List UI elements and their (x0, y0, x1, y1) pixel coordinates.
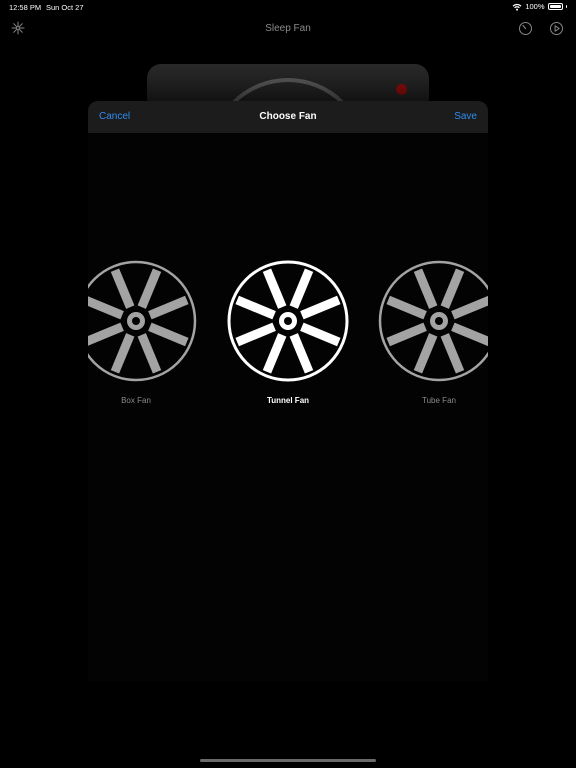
tunnel-fan-label: Tunnel Fan (266, 396, 310, 405)
sheet-title: Choose Fan (259, 111, 317, 122)
fan-blade (413, 268, 438, 309)
fan-blade (148, 322, 189, 347)
power-indicator-light (396, 84, 407, 95)
fan-blade (137, 268, 162, 309)
fan-blade (440, 333, 465, 374)
fan-blade (413, 333, 438, 374)
status-time: 12:58 PM (9, 3, 42, 12)
fan-blade (110, 333, 135, 374)
save-button[interactable]: Save (454, 111, 477, 122)
sheet-header: Cancel Choose Fan Save (88, 101, 488, 133)
fan-blade (451, 322, 488, 347)
fan-hub-center (435, 317, 443, 325)
fan-blade (289, 268, 314, 309)
fan-blade (300, 322, 341, 347)
box-fan-icon (88, 260, 197, 382)
fan-blade (289, 333, 314, 374)
fan-hub-center (132, 317, 140, 325)
app-title: Sleep Fan (265, 23, 311, 34)
timer-icon[interactable] (517, 20, 533, 36)
fan-blade (262, 268, 287, 309)
tunnel-fan-option[interactable] (226, 259, 350, 383)
choose-fan-sheet: Cancel Choose Fan Save Box Fan Tunnel Fa… (88, 101, 488, 681)
status-right: 100% (512, 2, 567, 11)
fan-blade (235, 295, 276, 320)
fan-blade (440, 268, 465, 309)
fan-blade (262, 333, 287, 374)
tunnel-fan-icon (227, 260, 349, 382)
play-icon[interactable] (548, 20, 564, 36)
app-bar: Sleep Fan (0, 14, 576, 44)
status-bar: 12:58 PM Sun Oct 27 100% (0, 0, 576, 14)
box-fan-option[interactable] (88, 259, 198, 383)
battery-icon (547, 3, 563, 10)
fan-blade (88, 322, 124, 347)
fan-hub-center (284, 317, 292, 325)
status-date: Sun Oct 27 (46, 3, 84, 12)
fan-blade (386, 322, 427, 347)
wifi-icon (512, 3, 522, 11)
fan-blade (235, 322, 276, 347)
fan-blade (148, 295, 189, 320)
fan-blade (451, 295, 488, 320)
fan-blade (386, 295, 427, 320)
battery-tip (565, 5, 567, 8)
battery-percent: 100% (525, 2, 545, 11)
box-fan-label: Box Fan (121, 396, 151, 405)
tube-fan-label: Tube Fan (422, 396, 456, 405)
fan-blade (137, 333, 162, 374)
tube-fan-option[interactable] (377, 259, 488, 383)
home-indicator (200, 759, 376, 762)
tube-fan-icon (378, 260, 488, 382)
fan-blade (88, 295, 124, 320)
fan-blade (300, 295, 341, 320)
fan-blade (110, 268, 135, 309)
